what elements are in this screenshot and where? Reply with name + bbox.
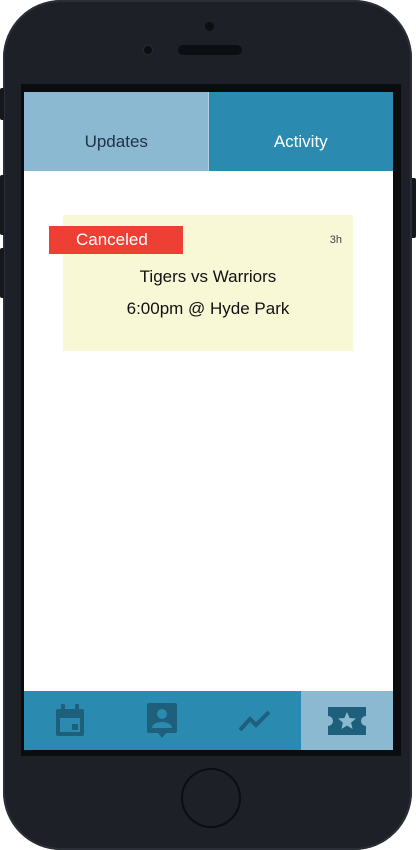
- power-button[interactable]: [412, 178, 416, 238]
- tab-updates[interactable]: Updates: [24, 92, 209, 171]
- card-title: Tigers vs Warriors: [139, 267, 277, 286]
- status-badge-label: Canceled: [76, 230, 148, 249]
- tab-bar: Updates Activity: [24, 92, 393, 171]
- earpiece-speaker: [178, 45, 242, 55]
- camera-icon: [205, 22, 214, 31]
- volume-up-button[interactable]: [0, 175, 4, 235]
- bottom-nav: [24, 691, 393, 750]
- volume-down-button[interactable]: [0, 248, 4, 298]
- nav-item-calendar[interactable]: [24, 691, 116, 750]
- tab-activity-label: Activity: [273, 131, 328, 151]
- contact-badge-icon: [147, 702, 178, 739]
- tab-activity[interactable]: Activity: [208, 92, 393, 171]
- nav-item-tickets[interactable]: [300, 691, 393, 750]
- front-sensor: [142, 44, 154, 56]
- card-details: 6:00pm @ Hyde Park: [126, 299, 290, 318]
- app-screen: Updates Activity 3h Tigers vs Warriors 6…: [24, 92, 393, 750]
- card-age: 3h: [329, 234, 342, 246]
- tab-updates-label: Updates: [84, 131, 148, 151]
- tab-divider: [208, 92, 209, 171]
- ticket-star-icon: [327, 706, 366, 735]
- status-badge: Canceled: [49, 226, 183, 254]
- calendar-icon: [54, 703, 86, 738]
- home-button[interactable]: [181, 768, 241, 828]
- mute-switch[interactable]: [0, 88, 4, 120]
- nav-item-contacts[interactable]: [116, 691, 208, 750]
- nav-item-stats[interactable]: [209, 691, 301, 750]
- trending-icon: [238, 710, 271, 732]
